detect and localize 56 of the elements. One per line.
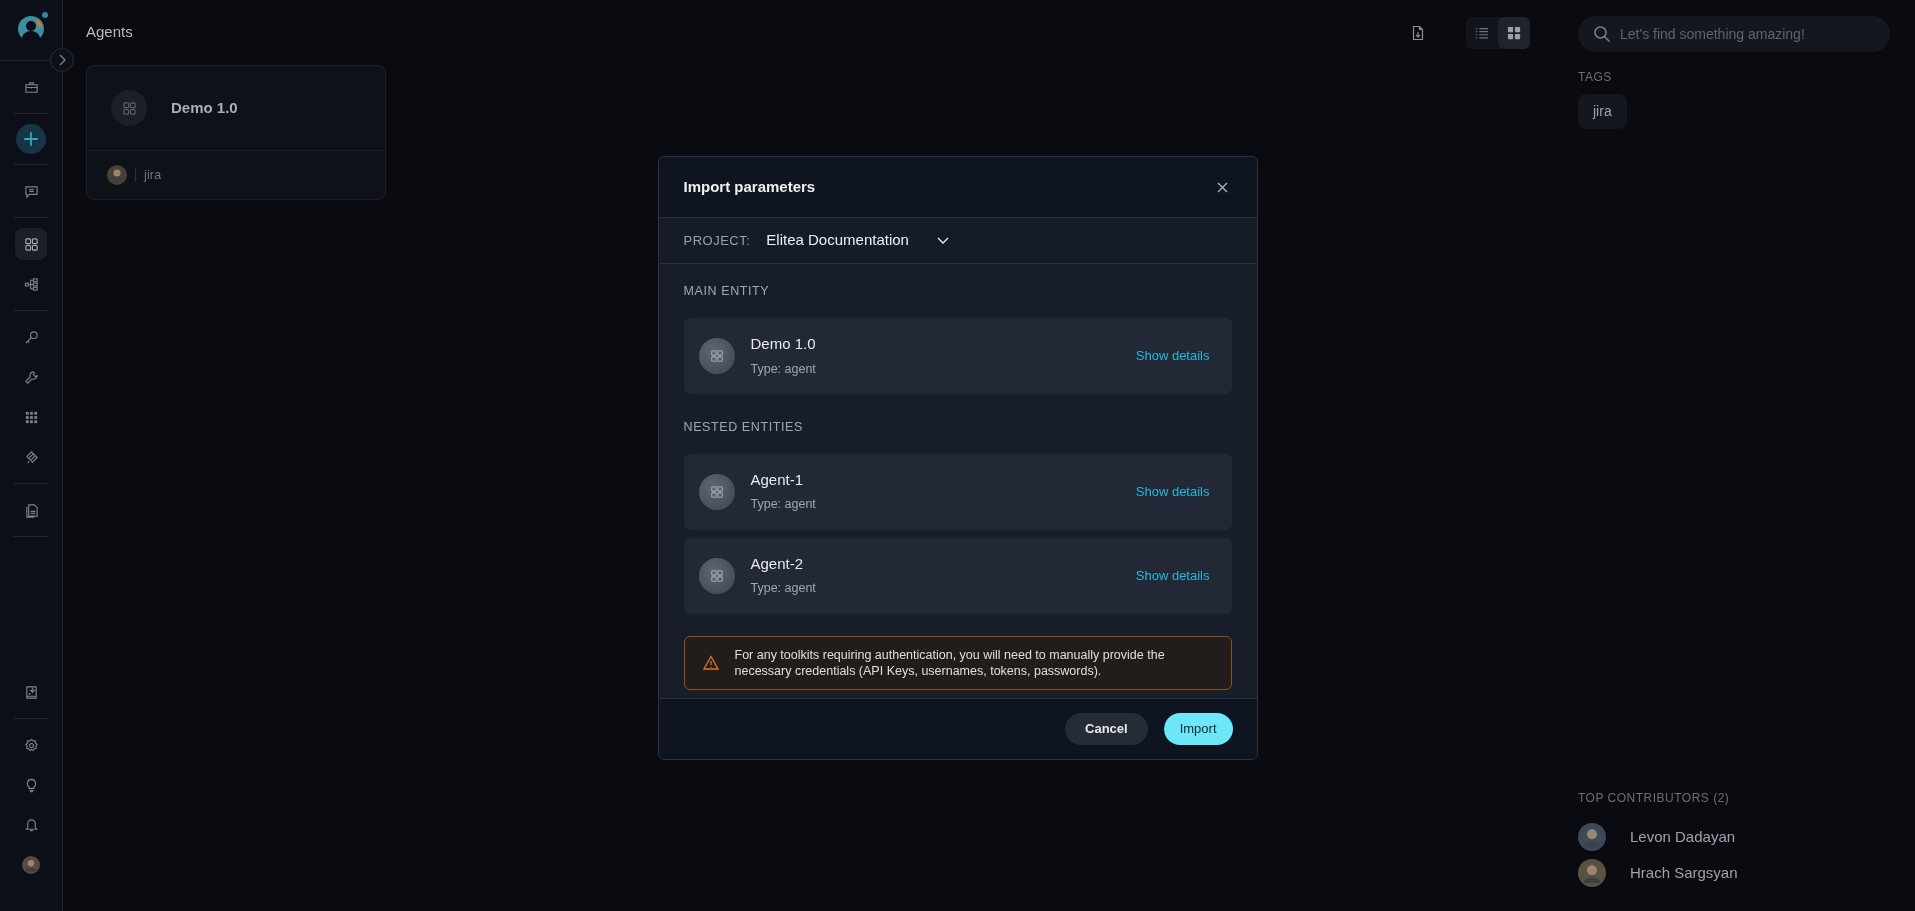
list-icon: [1475, 25, 1489, 40]
briefcase-icon: [23, 79, 39, 95]
agent-icon: [698, 473, 735, 510]
avatar: [1578, 823, 1606, 851]
section-heading: MAIN ENTITY: [683, 283, 771, 300]
entity-type: Type: agent: [750, 580, 816, 598]
entity-name: Agent-2: [750, 553, 805, 574]
documents-icon: [23, 502, 39, 518]
warning-message: For any toolkits requiring authentication, you will need to manually provide the necessary credentials (API Keys, usernames, tokens, passwords).: [734, 646, 1166, 679]
project-dropdown[interactable]: Elitea Documentation: [766, 229, 949, 252]
grid-icon: [23, 236, 39, 252]
create-button[interactable]: [16, 124, 46, 154]
avatar: [1578, 859, 1606, 887]
show-details-link[interactable]: Show details: [1135, 346, 1210, 366]
chevron-down-icon: [936, 236, 949, 245]
agent-icon: [698, 557, 735, 594]
section-heading: NESTED ENTITIES: [683, 418, 804, 436]
agent-card[interactable]: Demo 1.0 jira: [86, 65, 386, 200]
section-heading: TAGS: [1578, 69, 1613, 86]
plus-icon: [22, 130, 40, 148]
grid-view-button[interactable]: [1498, 16, 1530, 49]
agent-title: Demo 1.0: [171, 97, 238, 118]
avatar: [22, 856, 40, 874]
entity-type: Type: agent: [750, 496, 816, 514]
entity-name: Demo 1.0: [750, 334, 816, 355]
agent-icon: [698, 337, 735, 374]
sidebar-item[interactable]: [15, 228, 47, 260]
page-title: Agents: [86, 22, 133, 43]
tag-chip[interactable]: jira: [1578, 94, 1627, 129]
contributor-name[interactable]: Hrach Sargsyan: [1630, 861, 1738, 885]
show-details-link[interactable]: Show details: [1135, 565, 1210, 586]
grid-icon: [1507, 25, 1521, 40]
search-field[interactable]: Let's find something amazing!: [1578, 16, 1890, 52]
warning-icon: [702, 655, 719, 671]
bell-icon: [23, 817, 39, 833]
apps-icon: [23, 409, 39, 425]
import-button[interactable]: Import: [1163, 713, 1233, 745]
settings-icon: [23, 737, 39, 753]
cancel-button[interactable]: Cancel: [1065, 713, 1148, 745]
section-heading: TOP CONTRIBUTORS (2): [1578, 790, 1731, 807]
chevron-right-icon: [58, 54, 66, 66]
sparkle-book-icon: [23, 684, 39, 700]
project-label: PROJECT:: [683, 231, 751, 250]
show-details-link[interactable]: Show details: [1135, 481, 1210, 502]
entity-type: Type: agent: [750, 360, 816, 378]
avatar: [107, 165, 127, 185]
flow-icon: [23, 276, 39, 292]
contributor-name[interactable]: Levon Dadayan: [1630, 825, 1736, 849]
key-icon: [23, 329, 39, 345]
tag-label: jira: [144, 166, 162, 185]
entity-name: Agent-1: [750, 469, 805, 490]
wrench-icon: [23, 369, 39, 385]
chat-icon: [23, 183, 39, 199]
search-icon: [1593, 25, 1611, 43]
dialog-title: Import parameters: [683, 176, 816, 197]
agent-icon: [111, 90, 147, 126]
